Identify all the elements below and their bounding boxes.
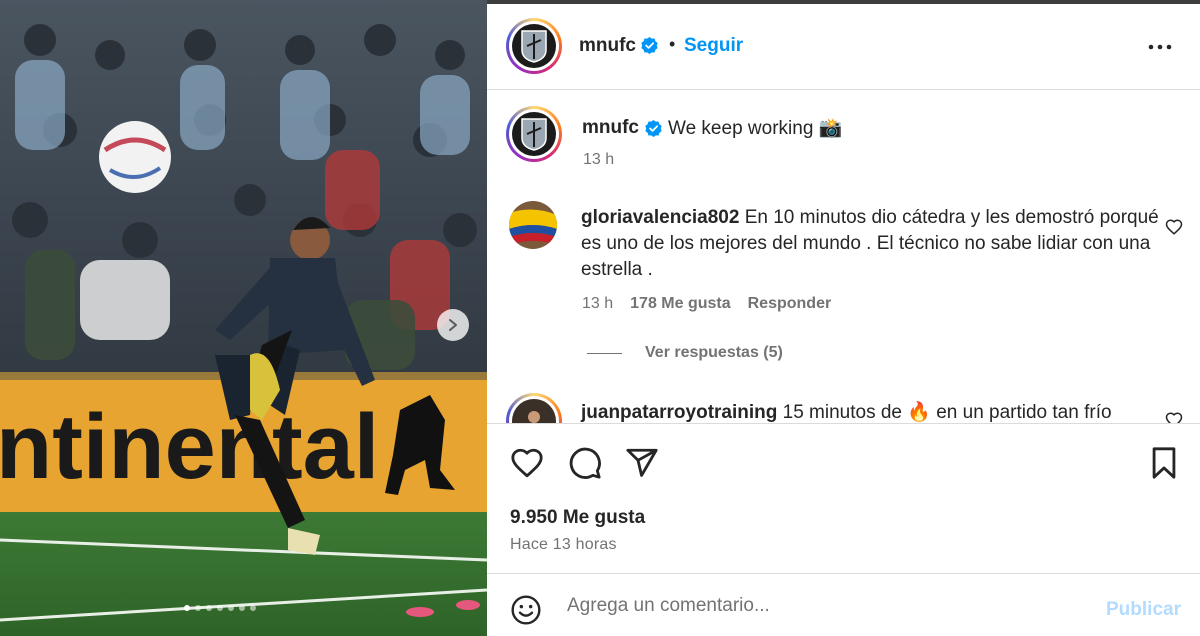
- commenter-avatar[interactable]: [506, 393, 562, 423]
- carousel-dot: [217, 605, 223, 611]
- chevron-right-icon: [449, 319, 457, 331]
- caption-username[interactable]: mnufc: [582, 117, 639, 139]
- like-heart-icon[interactable]: [510, 446, 544, 480]
- commenter-username[interactable]: juanpatarroyotraining: [581, 402, 777, 423]
- emoji-picker-icon[interactable]: [510, 594, 542, 626]
- replies-divider-line: [587, 352, 622, 354]
- comment-like-heart-icon[interactable]: [1165, 411, 1183, 423]
- comment-timestamp[interactable]: 13 h: [582, 295, 613, 313]
- comment-input[interactable]: [567, 592, 1087, 620]
- comment-text: 15 minutos de 🔥 en un partido tan frío: [782, 402, 1112, 423]
- svg-text:ntinental: ntinental: [0, 396, 379, 498]
- soccer-ball-icon: [99, 121, 171, 193]
- comment-body: gloriavalencia802 En 10 minutos dio cáte…: [581, 205, 1161, 283]
- view-replies-label: Ver respuestas (5): [645, 344, 783, 361]
- likes-count[interactable]: 9.950 Me gusta: [510, 507, 645, 529]
- carousel-dot: [206, 605, 212, 611]
- carousel-next-button[interactable]: [437, 309, 469, 341]
- caption-timestamp[interactable]: 13 h: [583, 151, 614, 169]
- view-replies-button[interactable]: Ver respuestas (5): [587, 344, 783, 362]
- share-send-icon[interactable]: [625, 446, 659, 480]
- carousel-dot: [228, 605, 234, 611]
- club-crest-icon: [521, 118, 547, 151]
- post-photo[interactable]: ntinental: [0, 0, 487, 636]
- comment-bubble-icon[interactable]: [568, 446, 602, 480]
- more-options-icon[interactable]: [1147, 34, 1173, 60]
- carousel-dot: [239, 605, 245, 611]
- person-avatar-icon: [528, 411, 540, 423]
- commenter-username[interactable]: gloriavalencia802: [581, 207, 739, 228]
- colombia-flag-avatar-icon: [509, 201, 557, 249]
- carousel-dot: [195, 605, 201, 611]
- post-photo-image: ntinental: [0, 0, 487, 636]
- author-username[interactable]: mnufc: [579, 35, 636, 57]
- verified-badge-icon: [641, 36, 658, 55]
- comments-list[interactable]: mnufc We keep working 📸 13 h gloriavalen…: [487, 91, 1200, 423]
- comment-meta: 13 h 178 Me gusta Responder: [582, 295, 831, 313]
- comment-like-heart-icon[interactable]: [1165, 218, 1183, 236]
- reply-button[interactable]: Responder: [748, 295, 832, 313]
- post-time-ago[interactable]: Hace 13 horas: [510, 536, 617, 554]
- author-avatar[interactable]: [506, 18, 562, 74]
- comment-composer: Publicar: [487, 573, 1200, 636]
- carousel-dot: [250, 605, 256, 611]
- separator-dot: •: [669, 34, 676, 54]
- save-bookmark-icon[interactable]: [1149, 446, 1179, 480]
- publish-button[interactable]: Publicar: [1106, 599, 1181, 621]
- comment-likes[interactable]: 178 Me gusta: [630, 295, 730, 313]
- post-details-panel: mnufc • Seguir mnufc We keep working 📸 1…: [487, 0, 1200, 636]
- caption-text: We keep working 📸: [668, 118, 843, 139]
- comment-body: juanpatarroyotraining 15 minutos de 🔥 en…: [581, 400, 1161, 423]
- caption-avatar[interactable]: [506, 106, 562, 162]
- carousel-dots: [184, 605, 256, 611]
- follow-button[interactable]: Seguir: [684, 35, 743, 57]
- verified-badge-icon: [645, 119, 662, 138]
- post-header: mnufc • Seguir: [487, 4, 1200, 90]
- carousel-dot: [184, 605, 190, 611]
- commenter-avatar[interactable]: [509, 201, 557, 249]
- post-actions: 9.950 Me gusta Hace 13 horas: [487, 423, 1200, 573]
- club-crest-icon: [521, 30, 547, 63]
